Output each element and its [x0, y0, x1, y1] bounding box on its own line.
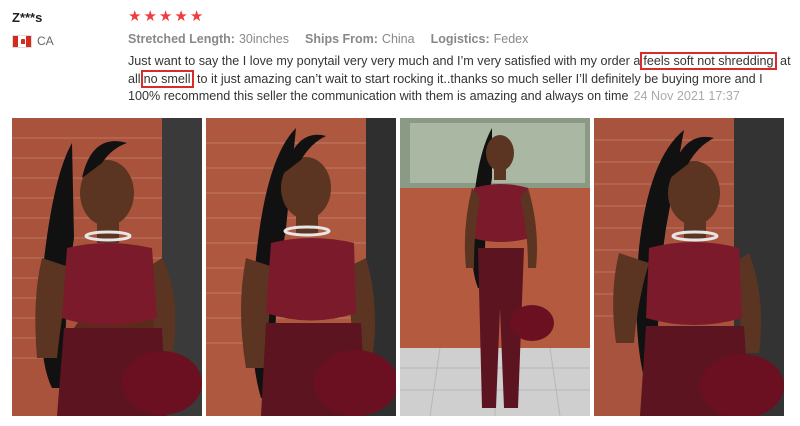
- highlight-box: no smell: [140, 69, 194, 88]
- attr-logistics: Logistics: Fedex: [430, 32, 529, 46]
- star-icon: ★: [143, 8, 157, 25]
- reviewer-country: CA: [12, 34, 54, 48]
- review-photo[interactable]: [594, 118, 784, 416]
- review-photo[interactable]: [206, 118, 396, 416]
- review-date: 24 Nov 2021 17:37: [633, 89, 740, 103]
- reviewer-info: Z***s: [12, 10, 42, 25]
- photo-1-icon: [12, 118, 202, 416]
- review-photo[interactable]: [12, 118, 202, 416]
- reviewer-name: Z***s: [12, 10, 43, 25]
- star-icon: ★: [158, 8, 173, 25]
- rating-stars: ★ ★ ★ ★ ★: [128, 7, 203, 27]
- photo-2-icon: [206, 118, 396, 416]
- order-attributes: Stretched Length: 30inches Ships From: Chi…: [128, 32, 528, 46]
- review-photos: [12, 118, 784, 416]
- review-text: Just want to say the I love my ponytail …: [128, 52, 794, 106]
- review-text-part: Just want to say the I love my ponytail …: [128, 54, 641, 68]
- highlight-box: feels soft not shredding: [640, 52, 777, 70]
- country-code: CA: [37, 34, 54, 48]
- attr-stretched-length: Stretched Length: 30inches: [128, 32, 289, 46]
- photo-3-icon: [400, 118, 590, 416]
- photo-4-icon: [594, 118, 784, 416]
- attr-ships-from: Ships From: China: [305, 32, 415, 46]
- review-photo[interactable]: [400, 118, 590, 416]
- star-icon: ★: [189, 8, 204, 25]
- star-icon: ★: [174, 8, 188, 25]
- canada-flag-icon: [12, 34, 32, 48]
- star-icon: ★: [128, 8, 142, 25]
